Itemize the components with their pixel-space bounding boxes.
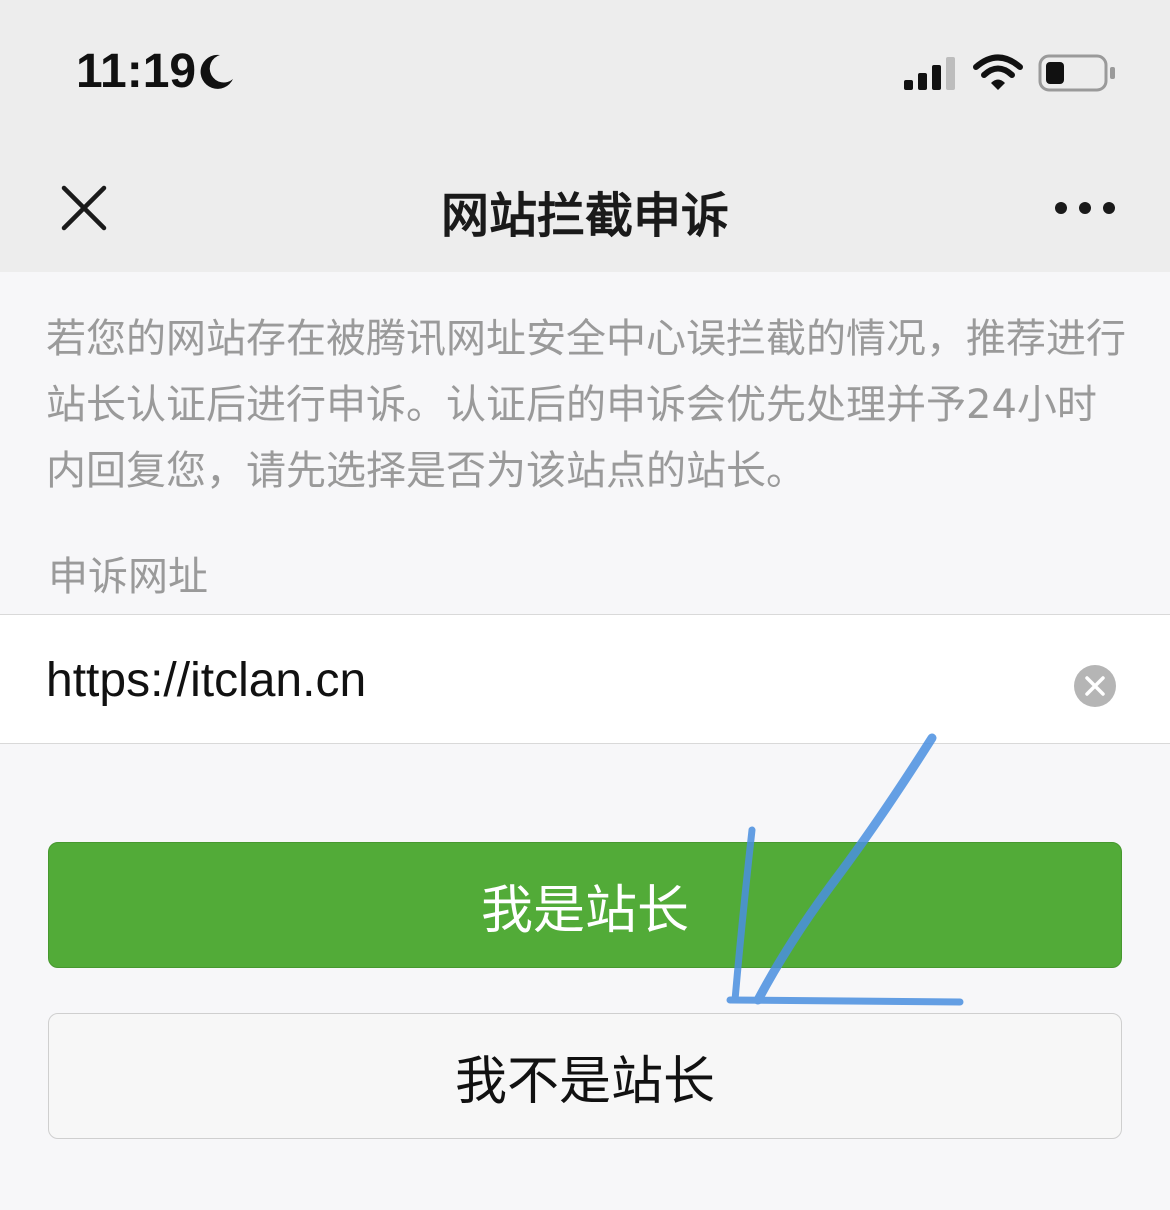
url-field-row	[0, 614, 1170, 744]
signal-icon	[904, 57, 955, 90]
url-input[interactable]	[46, 645, 1026, 715]
wifi-icon	[973, 54, 1023, 90]
i-am-not-webmaster-button[interactable]: 我不是站长	[48, 1013, 1122, 1139]
url-field-label: 申诉网址	[48, 554, 208, 600]
i-am-webmaster-button[interactable]: 我是站长	[48, 842, 1122, 968]
intro-text: 若您的网站存在被腾讯网址安全中心误拦截的情况，推荐进行站长认证后进行申诉。认证后…	[46, 316, 1126, 494]
page-title: 网站拦截申诉	[440, 188, 729, 244]
status-time: 11:19	[76, 45, 197, 98]
more-icon[interactable]	[1052, 196, 1118, 220]
clear-icon[interactable]	[1074, 665, 1116, 707]
moon-icon	[200, 54, 233, 89]
battery-icon	[1038, 54, 1115, 92]
status-bar: 11:19	[0, 0, 1170, 140]
navigation-bar: 网站拦截申诉	[0, 140, 1170, 272]
